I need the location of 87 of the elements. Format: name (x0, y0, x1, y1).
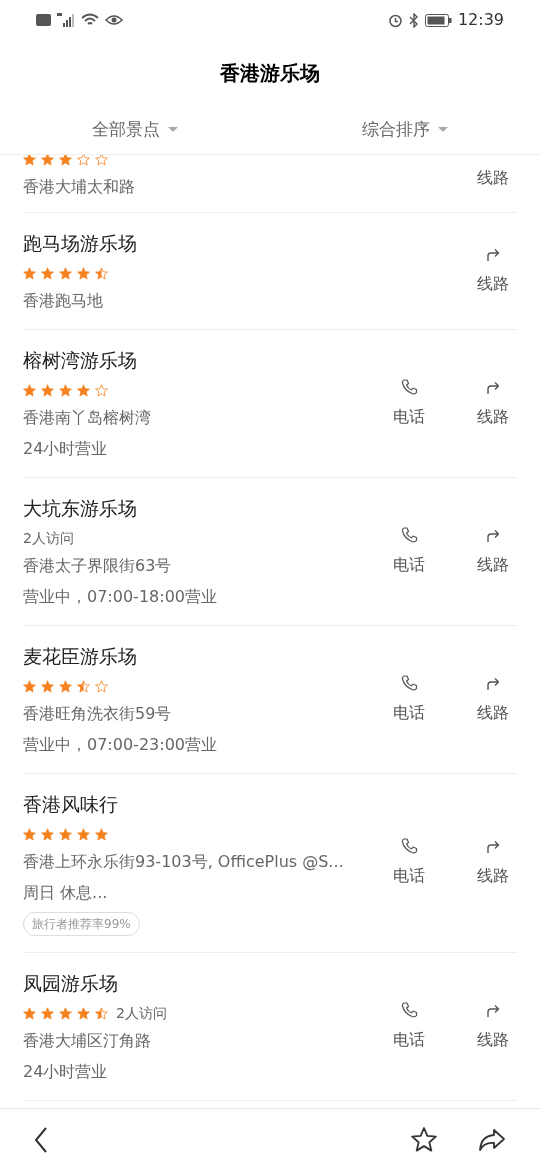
page-title: 香港游乐场 (220, 59, 320, 87)
hours-text: 24小时营业 (23, 438, 109, 460)
favorite-button[interactable] (410, 1126, 438, 1153)
eye-icon (105, 14, 123, 26)
clock-time: 12:39 (457, 9, 504, 31)
star-icon (59, 383, 72, 397)
star-icon (23, 1006, 36, 1020)
phone-icon (400, 838, 418, 854)
star-icon (95, 1006, 108, 1020)
place-name[interactable]: 榕树湾游乐场 (23, 346, 385, 374)
star-icon (95, 827, 108, 841)
star-icon (59, 155, 72, 166)
place-name[interactable]: 麦花臣游乐场 (23, 642, 385, 670)
share-icon (478, 1127, 506, 1152)
address-text: 香港大埔区汀角路 (23, 1030, 152, 1052)
back-button[interactable] (34, 1126, 48, 1153)
star-icon (77, 266, 90, 280)
route-button[interactable]: 线路 (469, 378, 517, 429)
route-button[interactable]: 线路 (469, 526, 517, 577)
caret-icon (438, 126, 448, 133)
phone-icon (400, 674, 418, 691)
star-icon (23, 266, 36, 280)
phone-button[interactable]: 电话 (385, 526, 433, 577)
address-text: 香港旺角洗衣街59号 (23, 703, 173, 725)
turn-arrow-icon (485, 838, 501, 854)
address-text: 香港跑马地 (23, 290, 104, 312)
turn-arrow-icon (485, 246, 501, 262)
star-icon (77, 827, 90, 841)
address-text: 香港太子界限街63号 (23, 555, 173, 577)
star-icon (23, 383, 36, 397)
address-text: 香港南丫岛榕树湾 (23, 407, 152, 429)
phone-button[interactable]: 电话 (385, 674, 433, 725)
caret-icon (168, 126, 178, 133)
star-icon (41, 383, 54, 397)
star-icon (95, 266, 108, 280)
star-icon (23, 827, 36, 841)
star-icon (41, 679, 54, 693)
star-icon (77, 1006, 90, 1020)
phone-icon (400, 526, 418, 543)
wifi-icon (81, 13, 99, 27)
phone-icon (400, 1001, 418, 1018)
address-text: 香港上环永乐街93-103号, OfficePlus @S... (23, 851, 345, 873)
phone-button[interactable]: 电话 (385, 378, 433, 429)
place-name[interactable]: 跑马场游乐场 (23, 229, 469, 257)
battery-icon (424, 13, 452, 27)
star-icon (59, 266, 72, 280)
star-icon (59, 827, 72, 841)
alarm-icon (387, 12, 403, 28)
star-icon (41, 827, 54, 841)
filter-dropdown[interactable]: 综合排序 (270, 105, 540, 154)
place-name[interactable]: 凤园游乐场 (23, 969, 385, 997)
route-button[interactable]: 线路 (469, 838, 517, 888)
star-icon (77, 155, 90, 166)
place-name[interactable]: 大坑东游乐场 (23, 494, 385, 522)
star-icon (77, 383, 90, 397)
route-button[interactable]: 线路 (469, 1001, 517, 1052)
phone-icon (400, 378, 418, 395)
route-button[interactable]: 线路 (469, 165, 517, 190)
hours-text: 营业中，07:00-18:00营业 (23, 586, 218, 608)
signal-icon (57, 13, 75, 27)
hours-text: 营业中，07:00-23:00营业 (23, 734, 218, 756)
visit-count: 2人访问 (23, 528, 74, 548)
back-icon (34, 1126, 48, 1153)
share-button[interactable] (478, 1127, 506, 1152)
visit-count: 2人访问 (116, 1003, 167, 1023)
star-outline-icon (410, 1126, 438, 1153)
star-icon (23, 155, 36, 166)
route-button[interactable]: 线路 (469, 674, 517, 725)
phone-button[interactable]: 电话 (385, 838, 433, 888)
star-icon (95, 155, 108, 166)
bluetooth-icon (408, 12, 419, 28)
star-icon (95, 383, 108, 397)
star-icon (41, 266, 54, 280)
star-icon (41, 155, 54, 166)
hours-text: 24小时营业 (23, 1061, 109, 1083)
place-name[interactable]: 香港风味行 (23, 790, 385, 818)
star-icon (59, 679, 72, 693)
phone-button[interactable]: 电话 (385, 1001, 433, 1052)
star-icon (59, 1006, 72, 1020)
hours-text: 周日 休息... (23, 882, 109, 904)
filter-dropdown[interactable]: 全部景点 (0, 105, 270, 154)
star-icon (23, 679, 36, 693)
address-text: 香港大埔太和路 (23, 176, 136, 198)
route-button[interactable]: 线路 (469, 246, 517, 296)
star-icon (95, 679, 108, 693)
star-icon (41, 1006, 54, 1020)
star-icon (77, 679, 90, 693)
